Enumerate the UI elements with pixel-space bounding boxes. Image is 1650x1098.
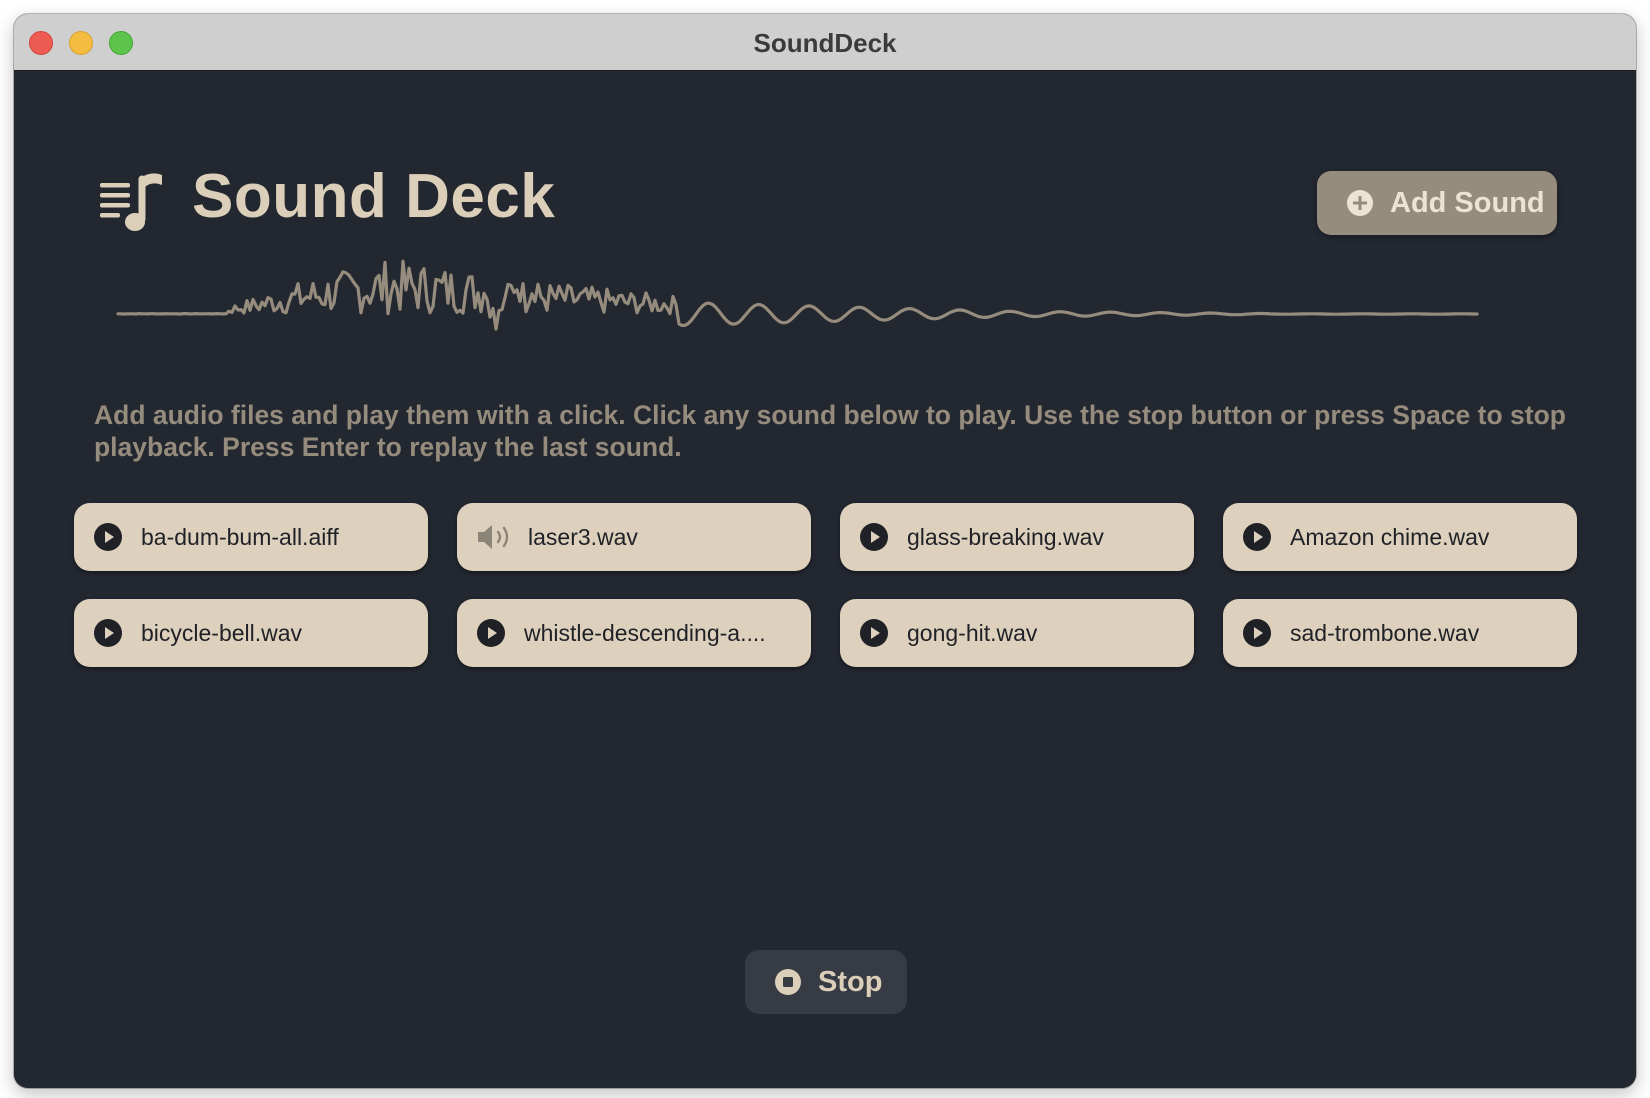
sound-button[interactable]: bicycle-bell.wav: [74, 599, 428, 667]
sound-label: laser3.wav: [528, 523, 638, 550]
play-circle-icon: [860, 619, 888, 647]
play-circle-icon: [1243, 523, 1271, 551]
sound-button[interactable]: whistle-descending-a....: [457, 599, 811, 667]
play-circle-icon: [94, 619, 122, 647]
sound-button[interactable]: ba-dum-bum-all.aiff: [74, 503, 428, 571]
title-bar[interactable]: SoundDeck: [14, 14, 1636, 71]
add-sound-button[interactable]: Add Sound: [1317, 171, 1557, 235]
stop-button[interactable]: Stop: [745, 950, 907, 1014]
app-title: Sound Deck: [192, 162, 556, 231]
sound-label: whistle-descending-a....: [524, 619, 766, 646]
main-content: Sound Deck Add Sound Add audio files and…: [14, 71, 1636, 1088]
sound-label: ba-dum-bum-all.aiff: [141, 523, 339, 550]
sound-label: sad-trombone.wav: [1290, 619, 1480, 646]
sound-button[interactable]: sad-trombone.wav: [1223, 599, 1577, 667]
play-circle-icon: [94, 523, 122, 551]
sound-label: glass-breaking.wav: [907, 523, 1104, 550]
play-circle-icon: [477, 619, 505, 647]
sound-button[interactable]: Amazon chime.wav: [1223, 503, 1577, 571]
stop-circle-icon: [775, 969, 801, 995]
sound-label: Amazon chime.wav: [1290, 523, 1490, 550]
music-list-icon: [100, 173, 162, 231]
sound-button[interactable]: laser3.wav: [457, 503, 811, 571]
instructions-text: Add audio files and play them with a cli…: [94, 400, 1566, 462]
add-sound-label: Add Sound: [1390, 186, 1545, 219]
plus-circle-icon: [1347, 190, 1373, 216]
sound-label: gong-hit.wav: [907, 619, 1038, 646]
speaker-icon: [478, 525, 509, 549]
app-window: SoundDeck Sound Deck Add Sound Add audio…: [14, 14, 1636, 1088]
play-circle-icon: [1243, 619, 1271, 647]
sound-button[interactable]: glass-breaking.wav: [840, 503, 1194, 571]
stop-label: Stop: [818, 965, 883, 998]
play-circle-icon: [860, 523, 888, 551]
sound-label: bicycle-bell.wav: [141, 619, 303, 646]
window-title: SoundDeck: [753, 28, 897, 58]
waveform-visualizer: [116, 259, 1479, 331]
sound-grid: ba-dum-bum-all.aiff laser3.wav glass-break…: [74, 503, 1590, 667]
sound-button[interactable]: gong-hit.wav: [840, 599, 1194, 667]
